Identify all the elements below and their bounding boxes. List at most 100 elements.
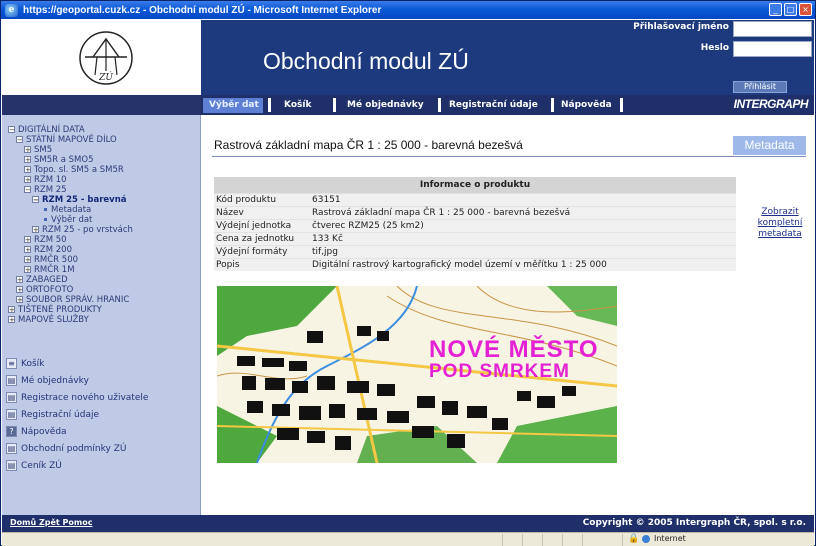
expand-icon[interactable]: + (24, 266, 31, 274)
page-title: Rastrová základní mapa ČR 1 : 25 000 - b… (214, 138, 523, 152)
tree-item-metadata[interactable]: Metadata (8, 205, 133, 215)
maximize-button[interactable]: □ (784, 3, 797, 16)
minimize-button[interactable]: _ (769, 3, 782, 16)
expand-icon[interactable]: + (24, 176, 31, 184)
bullet-icon (44, 208, 47, 211)
register-icon: ▤ (6, 392, 17, 403)
login-button[interactable]: Přihlásit (733, 81, 787, 93)
footer-links[interactable]: Domů Zpět Pomoc (10, 518, 92, 527)
close-button[interactable]: × (799, 3, 812, 16)
status-bar: 🔒 Internet (2, 532, 814, 546)
product-info-header: Informace o produktu (214, 177, 736, 193)
table-row: Cena za jednotku 133 Kč (214, 232, 736, 245)
tree-item-tistene-produkty[interactable]: + TIŠTENÉ PRODUKTY (8, 305, 133, 315)
table-row: Název Rastrová základní mapa ČR 1 : 25 00… (214, 206, 736, 219)
nav-kosik[interactable]: Košík (278, 98, 328, 113)
expand-icon[interactable]: + (24, 156, 31, 164)
tree-item-sm5[interactable]: + SM5 (8, 145, 133, 155)
nav-vyber-dat[interactable]: Výběr dat (203, 98, 263, 113)
main-content: Rastrová základní mapa ČR 1 : 25 000 - b… (202, 115, 814, 515)
sidebar-link-registrace[interactable]: ▤ Registrace nového uživatele (6, 389, 148, 406)
nav-napoveda[interactable]: Nápověda (555, 98, 619, 113)
expand-icon[interactable]: + (8, 316, 15, 324)
title-divider (212, 156, 806, 157)
window-title: https://geoportal.cuzk.cz - Obchodní mod… (23, 4, 382, 16)
tree-item-topo[interactable]: + Topo. sl. SM5 a SM5R (8, 165, 133, 175)
title-bar: e https://geoportal.cuzk.cz - Obchodní m… (1, 1, 815, 19)
sidebar-link-kosik[interactable]: ≡ Košík (6, 355, 148, 372)
expand-icon[interactable]: + (8, 306, 15, 314)
expand-icon[interactable]: + (24, 166, 31, 174)
map-label-line1: NOVÉ MĚSTO (429, 336, 599, 363)
help-icon: ? (6, 426, 17, 437)
collapse-icon[interactable]: − (32, 196, 39, 204)
map-label-line2: POD SMRKEM (429, 361, 570, 382)
profile-icon: ▤ (6, 409, 17, 420)
table-row: Výdejní formáty tif,jpg (214, 245, 736, 258)
tree-item-digitalni-data[interactable]: − DIGITÁLNÍ DATA (8, 125, 133, 135)
brand-banner: Obchodní modul ZÚ Přihlašovací jméno Hes… (201, 20, 814, 95)
expand-icon[interactable]: + (24, 146, 31, 154)
tree-item-rzm10[interactable]: + RZM 10 (8, 175, 133, 185)
data-tree: − DIGITÁLNÍ DATA − STÁTNÍ MAPOVÉ DÍLO + SM5… (8, 125, 133, 325)
sidebar-link-napoveda[interactable]: ? Nápověda (6, 423, 148, 440)
svg-text:ZÚ: ZÚ (98, 71, 113, 83)
nav-me-objednavky[interactable]: Mé objednávky (341, 98, 437, 113)
intergraph-logo: INTERGRAPH (733, 97, 809, 111)
tree-item-rzm25[interactable]: − RZM 25 (8, 185, 133, 195)
collapse-icon[interactable]: − (8, 126, 15, 134)
tree-item-rmcr500[interactable]: + RMČR 500 (8, 255, 133, 265)
terms-icon: ▤ (6, 443, 17, 454)
cart-icon: ≡ (6, 358, 17, 369)
tree-item-rzm50[interactable]: + RZM 50 (8, 235, 133, 245)
tree-item-ortofoto[interactable]: + ORTOFOTO (8, 285, 133, 295)
expand-icon[interactable]: + (24, 256, 31, 264)
table-row: Popis Digitální rastrový kartografický mo… (214, 258, 736, 271)
expand-icon[interactable]: + (16, 286, 23, 294)
tree-item-rzm200[interactable]: + RZM 200 (8, 245, 133, 255)
ie-logo-icon: e (5, 3, 18, 17)
table-row: Kód produktu 63151 (214, 193, 736, 206)
tree-item-mapove-sluzby[interactable]: + MAPOVÉ SLUŽBY (8, 315, 133, 325)
brand-title: Obchodní modul ZÚ (263, 48, 469, 74)
zu-logo[interactable]: ZÚ (10, 20, 201, 95)
map-preview-image: NOVÉ MĚSTO POD SMRKEM (217, 286, 617, 463)
lock-icon: 🔒 (628, 534, 640, 544)
tree-item-soubor-hranic[interactable]: + SOUBOR SPRÁV. HRANIC (8, 295, 133, 305)
tree-item-sm5r[interactable]: + SM5R a SMO5 (8, 155, 133, 165)
expand-icon[interactable]: + (24, 236, 31, 244)
bullet-icon (44, 218, 47, 221)
complete-metadata-link[interactable]: Zobrazit kompletní metadata (750, 207, 810, 240)
expand-icon[interactable]: + (16, 296, 23, 304)
sidebar-link-objednavky[interactable]: ▤ Mé objednávky (6, 372, 148, 389)
pricelist-icon: ▤ (6, 460, 17, 471)
password-input[interactable] (733, 41, 812, 57)
footer-copyright: Copyright © 2005 Intergraph ČR, spol. s … (582, 518, 806, 528)
globe-icon (642, 535, 650, 543)
sidebar: − DIGITÁLNÍ DATA − STÁTNÍ MAPOVÉ DÍLO + SM5… (2, 115, 201, 515)
tree-item-statni-mapove-dilo[interactable]: − STÁTNÍ MAPOVÉ DÍLO (8, 135, 133, 145)
collapse-icon[interactable]: − (16, 136, 23, 144)
metadata-button[interactable]: Metadata (733, 136, 806, 155)
tree-item-zabaged[interactable]: + ZABAGED (8, 275, 133, 285)
sidebar-link-podminky[interactable]: ▤ Obchodní podmínky ZÚ (6, 440, 148, 457)
login-name-input[interactable] (733, 21, 812, 37)
sidebar-link-registracni-udaje[interactable]: ▤ Registrační údaje (6, 406, 148, 423)
login-name-label: Přihlašovací jméno (633, 22, 729, 32)
main-navigation: Výběr dat Košík Mé objednávky Registračn… (2, 95, 814, 115)
browser-window: e https://geoportal.cuzk.cz - Obchodní m… (0, 0, 816, 546)
expand-icon[interactable]: + (24, 246, 31, 254)
sidebar-links: ≡ Košík ▤ Mé objednávky ▤ Registrace nového… (6, 355, 148, 474)
tree-item-vyber-dat[interactable]: Výběr dat (8, 215, 133, 225)
expand-icon[interactable]: + (32, 226, 39, 234)
product-info-table: Informace o produktu Kód produktu 63151 N… (214, 177, 736, 271)
nav-registracni-udaje[interactable]: Registrační údaje (443, 98, 555, 113)
tree-item-rzm25-barevna[interactable]: − RZM 25 - barevná (8, 195, 133, 205)
sidebar-link-cenik[interactable]: ▤ Ceník ZÚ (6, 457, 148, 474)
collapse-icon[interactable]: − (24, 186, 31, 194)
zu-logo-emblem-icon: ZÚ (78, 30, 133, 85)
tree-item-rzm25-vrstvy[interactable]: + RZM 25 - po vrstvách (8, 225, 133, 235)
tree-item-rmcr1m[interactable]: + RMČR 1M (8, 265, 133, 275)
expand-icon[interactable]: + (16, 276, 23, 284)
table-row: Výdejní jednotka čtverec RZM25 (25 km2) (214, 219, 736, 232)
